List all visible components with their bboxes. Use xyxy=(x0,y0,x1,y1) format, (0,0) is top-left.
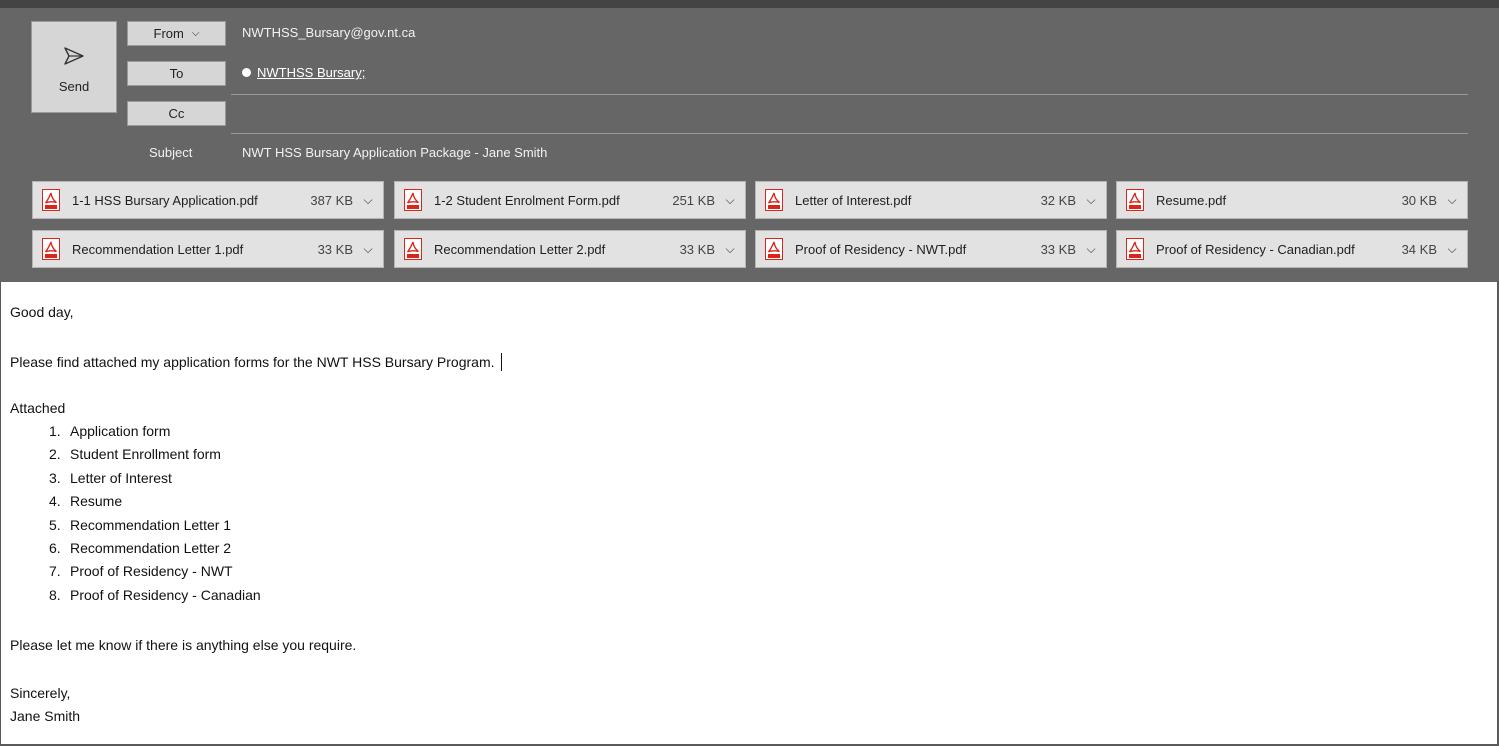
pdf-icon xyxy=(1126,189,1144,211)
send-button[interactable]: Send xyxy=(31,21,117,113)
chevron-down-icon[interactable]: ⌵ xyxy=(723,193,737,208)
from-field[interactable]: NWTHSS_Bursary@gov.nt.ca xyxy=(242,25,415,40)
cc-field[interactable] xyxy=(242,106,1462,126)
message-body[interactable]: Good day, Please find attached my applic… xyxy=(0,282,1499,746)
attachment-size: 387 KB xyxy=(310,192,353,208)
attachment-name: Recommendation Letter 2.pdf xyxy=(434,241,606,257)
greeting: Good day, xyxy=(10,304,74,320)
attachment-name: 1-2 Student Enrolment Form.pdf xyxy=(434,192,620,208)
attachment-name: Proof of Residency - Canadian.pdf xyxy=(1156,241,1355,257)
attachment-item[interactable]: Proof of Residency - Canadian.pdf 34 KB ⌵ xyxy=(1116,230,1468,268)
chevron-down-icon[interactable]: ⌵ xyxy=(1084,242,1098,257)
subject-label: Subject xyxy=(149,145,193,160)
list-item: 1. Application form xyxy=(49,423,170,439)
chevron-down-icon: ⌵ xyxy=(191,28,200,39)
chevron-down-icon[interactable]: ⌵ xyxy=(1445,193,1459,208)
chevron-down-icon[interactable]: ⌵ xyxy=(1084,193,1098,208)
list-text: Application form xyxy=(70,423,171,439)
subject-field[interactable]: NWT HSS Bursary Application Package - Ja… xyxy=(242,145,547,160)
intro-line: Please find attached my application form… xyxy=(10,353,502,371)
attachment-size: 251 KB xyxy=(672,192,715,208)
attachment-name: Letter of Interest.pdf xyxy=(795,192,912,208)
top-strip xyxy=(0,0,1499,8)
presence-dot-icon xyxy=(242,68,251,77)
list-text: Student Enrollment form xyxy=(70,446,221,463)
closing-line: Please let me know if there is anything … xyxy=(10,637,357,653)
list-number: 5. xyxy=(49,516,61,533)
attachment-item[interactable]: Recommendation Letter 2.pdf 33 KB ⌵ xyxy=(394,230,746,268)
from-label: From xyxy=(153,26,184,41)
attachment-name: 1-1 HSS Bursary Application.pdf xyxy=(72,192,258,208)
pdf-icon xyxy=(765,189,783,211)
text-cursor xyxy=(500,353,502,371)
attachment-size: 30 KB xyxy=(1401,192,1437,208)
to-label: To xyxy=(169,66,184,81)
list-item: 8. Proof of Residency - Canadian xyxy=(49,587,261,603)
cc-field-rule xyxy=(231,133,1468,134)
attachment-size: 33 KB xyxy=(1040,241,1076,257)
pdf-icon xyxy=(1126,238,1144,260)
attachment-size: 33 KB xyxy=(679,241,715,257)
list-number: 1. xyxy=(49,423,61,439)
attachment-size: 32 KB xyxy=(1040,192,1076,208)
list-number: 6. xyxy=(49,540,61,556)
signoff: Sincerely, xyxy=(10,685,71,701)
attachment-item[interactable]: 1-1 HSS Bursary Application.pdf 387 KB ⌵ xyxy=(32,181,384,219)
list-item: 7. Proof of Residency - NWT xyxy=(49,563,233,579)
attachment-item[interactable]: Recommendation Letter 1.pdf 33 KB ⌵ xyxy=(32,230,384,268)
signature: Jane Smith xyxy=(10,708,81,724)
list-item: 2. Student Enrollment form xyxy=(49,446,221,462)
to-field[interactable]: NWTHSS Bursary; xyxy=(242,65,365,80)
cc-button[interactable]: Cc xyxy=(127,101,226,126)
attachment-name: Resume.pdf xyxy=(1156,192,1227,208)
list-text: Proof of Residency - Canadian xyxy=(70,586,261,603)
attachment-item[interactable]: Resume.pdf 30 KB ⌵ xyxy=(1116,181,1468,219)
list-text: Proof of Residency - NWT xyxy=(70,563,233,580)
attachment-name: Proof of Residency - NWT.pdf xyxy=(795,241,967,257)
cc-label: Cc xyxy=(168,106,185,121)
send-icon xyxy=(64,46,84,65)
attachment-item[interactable]: Letter of Interest.pdf 32 KB ⌵ xyxy=(755,181,1107,219)
chevron-down-icon[interactable]: ⌵ xyxy=(723,242,737,257)
compose-header: Send From ⌵ NWTHSS_Bursary@gov.nt.ca To … xyxy=(0,0,1499,282)
attached-heading: Attached xyxy=(10,400,66,416)
pdf-icon xyxy=(404,189,422,211)
pdf-icon xyxy=(765,238,783,260)
attachment-name: Recommendation Letter 1.pdf xyxy=(72,241,244,257)
pdf-icon xyxy=(42,189,60,211)
send-label: Send xyxy=(58,78,90,94)
to-button[interactable]: To xyxy=(127,61,226,86)
pdf-icon xyxy=(404,238,422,260)
attachment-item[interactable]: Proof of Residency - NWT.pdf 33 KB ⌵ xyxy=(755,230,1107,268)
chevron-down-icon[interactable]: ⌵ xyxy=(361,242,375,257)
list-item: 4. Resume xyxy=(49,493,122,509)
list-text: Letter of Interest xyxy=(70,469,172,486)
from-button[interactable]: From ⌵ xyxy=(127,21,226,46)
list-number: 4. xyxy=(49,493,61,510)
list-item: 5. Recommendation Letter 1 xyxy=(49,517,231,533)
list-item: 3. Letter of Interest xyxy=(49,470,172,486)
list-text: Resume xyxy=(70,493,123,510)
attachment-item[interactable]: 1-2 Student Enrolment Form.pdf 251 KB ⌵ xyxy=(394,181,746,219)
frame-left xyxy=(0,282,1,746)
list-item: 6. Recommendation Letter 2 xyxy=(49,540,231,556)
list-number: 2. xyxy=(49,446,61,463)
to-field-rule xyxy=(231,94,1468,95)
chevron-down-icon[interactable]: ⌵ xyxy=(361,193,375,208)
to-recipient[interactable]: NWTHSS Bursary; xyxy=(257,65,365,80)
pdf-icon xyxy=(42,238,60,260)
chevron-down-icon[interactable]: ⌵ xyxy=(1445,242,1459,257)
intro-text: Please find attached my application form… xyxy=(10,354,495,370)
list-number: 3. xyxy=(49,469,61,486)
attachment-size: 33 KB xyxy=(317,241,353,257)
list-text: Recommendation Letter 1 xyxy=(70,516,232,533)
list-number: 7. xyxy=(49,563,61,580)
list-number: 8. xyxy=(49,586,61,603)
attachment-size: 34 KB xyxy=(1401,241,1437,257)
list-text: Recommendation Letter 2 xyxy=(70,540,232,556)
